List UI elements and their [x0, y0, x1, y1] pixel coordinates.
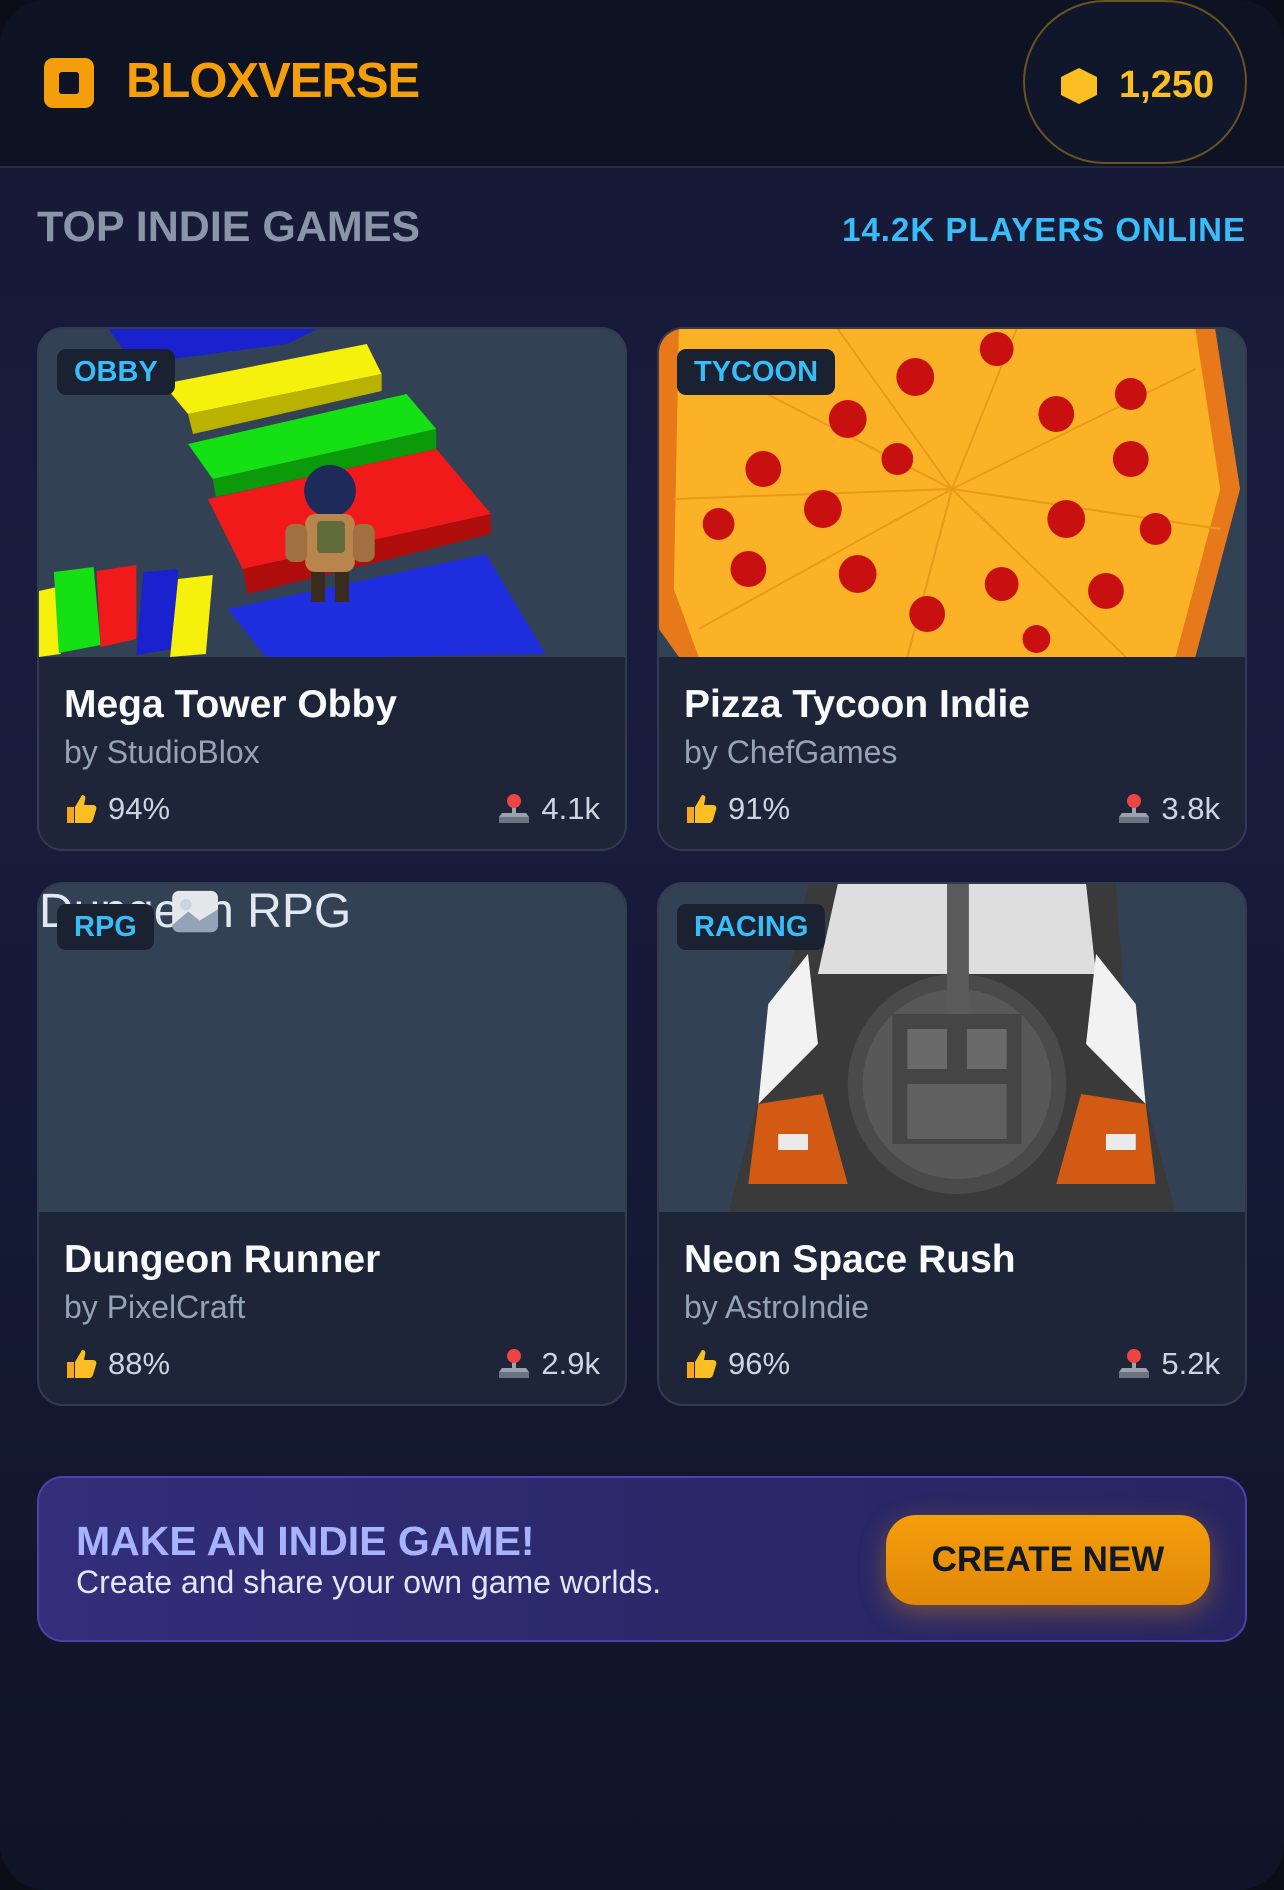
joystick-icon: [1119, 794, 1150, 823]
game-thumbnail: OBBY: [39, 329, 625, 657]
game-author: by StudioBlox: [64, 734, 260, 770]
player-count: 2.9k: [497, 1346, 600, 1382]
rating: 94%: [64, 791, 170, 827]
game-card[interactable]: TYCOON Pizza Tycoon Indie by ChefGames 9…: [657, 327, 1247, 851]
game-author: by PixelCraft: [64, 1289, 246, 1325]
player-count: 4.1k: [497, 791, 600, 827]
thumbs-up-icon: [687, 795, 717, 823]
game-author: by AstroIndie: [684, 1289, 869, 1325]
genre-badge: TYCOON: [677, 349, 836, 395]
genre-badge: RPG: [57, 904, 154, 950]
create-game-banner: MAKE AN INDIE GAME! Create and share you…: [37, 1476, 1247, 1642]
game-title: Mega Tower Obby: [64, 683, 397, 726]
thumbs-up-icon: [687, 1350, 717, 1378]
player-count-value: 4.1k: [541, 791, 600, 826]
top-bar: BLOXVERSE 1,250: [0, 0, 1284, 168]
game-title: Dungeon Runner: [64, 1238, 381, 1281]
app-screen: BLOXVERSE 1,250 TOP INDIE GAMES 14.2K PL…: [0, 0, 1284, 1890]
joystick-icon: [1119, 1349, 1150, 1378]
game-thumbnail: TYCOON: [659, 329, 1245, 657]
create-new-button[interactable]: CREATE NEW: [886, 1515, 1210, 1605]
rating-value: 91%: [728, 791, 791, 826]
player-count: 5.2k: [1117, 1346, 1220, 1382]
brand-name: BLOXVERSE: [126, 54, 420, 108]
rating-value: 88%: [108, 1346, 171, 1381]
game-thumbnail: RACING: [659, 884, 1245, 1212]
players-online-count: 14.2K PLAYERS ONLINE: [842, 211, 1246, 248]
game-title: Neon Space Rush: [684, 1238, 1016, 1281]
section-title: TOP INDIE GAMES: [37, 203, 421, 251]
genre-badge: OBBY: [57, 349, 175, 395]
thumbs-up-icon: [67, 795, 97, 823]
game-card[interactable]: Dungeon RPG RPG Dungeon Runner by PixelC…: [37, 882, 627, 1406]
logo-icon: [44, 58, 94, 108]
banner-title: MAKE AN INDIE GAME!: [76, 1518, 535, 1564]
player-count-value: 3.8k: [1161, 791, 1220, 826]
thumbs-up-icon: [67, 1350, 97, 1378]
rating: 88%: [64, 1346, 170, 1382]
rating: 96%: [684, 1346, 790, 1382]
banner-subtitle: Create and share your own game worlds.: [76, 1564, 662, 1600]
player-count-value: 2.9k: [541, 1346, 600, 1381]
game-card[interactable]: OBBY Mega Tower Obby by StudioBlox 94% 4…: [37, 327, 627, 851]
joystick-icon: [499, 794, 530, 823]
coin-count: 1,250: [1119, 64, 1215, 106]
genre-badge: RACING: [677, 904, 826, 950]
game-author: by ChefGames: [684, 734, 898, 770]
game-thumbnail: Dungeon RPG RPG: [39, 884, 625, 1212]
player-count: 3.8k: [1117, 791, 1220, 827]
coin-balance[interactable]: 1,250: [1023, 0, 1247, 164]
rating: 91%: [684, 791, 790, 827]
game-card[interactable]: RACING Neon Space Rush by AstroIndie 96%…: [657, 882, 1247, 1406]
rating-value: 94%: [108, 791, 171, 826]
joystick-icon: [499, 1349, 530, 1378]
game-title: Pizza Tycoon Indie: [684, 683, 1030, 726]
rating-value: 96%: [728, 1346, 791, 1381]
player-count-value: 5.2k: [1161, 1346, 1220, 1381]
coin-icon: [1061, 68, 1097, 104]
